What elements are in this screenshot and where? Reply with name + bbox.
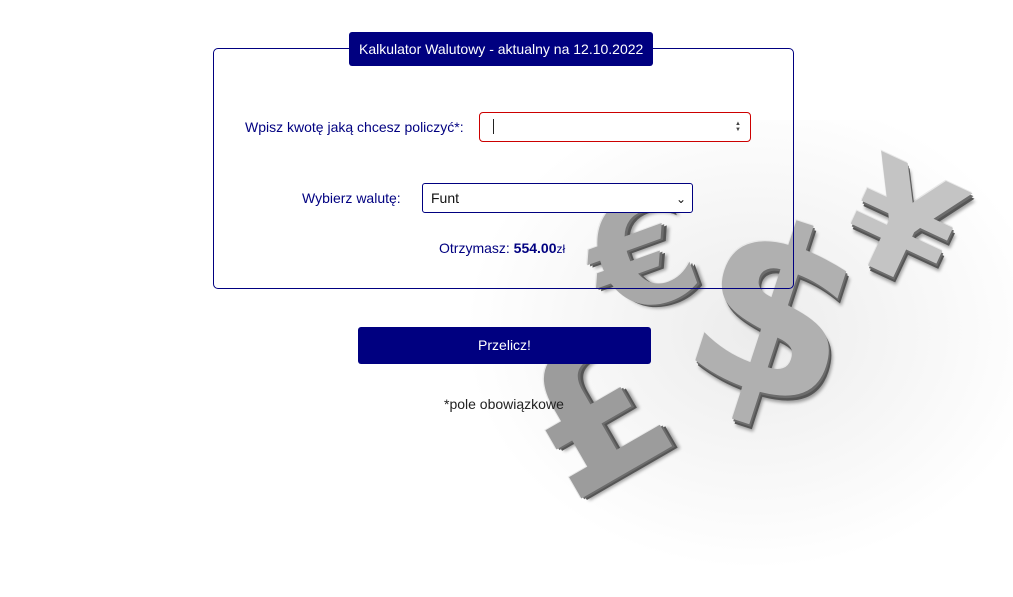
- result-value: 554.00: [513, 240, 557, 256]
- currency-select[interactable]: Funt ⌄: [422, 183, 693, 213]
- currency-label: Wybierz walutę:: [302, 190, 401, 206]
- currency-calculator-page: € ¥ £ $ Kalkulator Walutowy - aktualny n…: [0, 0, 1013, 597]
- amount-label: Wpisz kwotę jaką chcesz policzyć*:: [245, 119, 464, 135]
- currency-selected-value: Funt: [431, 190, 460, 206]
- chevron-down-icon: ⌄: [675, 192, 686, 206]
- required-field-note: *pole obowiązkowe: [444, 396, 564, 412]
- result-unit: zł: [556, 242, 566, 256]
- number-spinner-icon[interactable]: ▲ ▼: [734, 121, 742, 133]
- amount-input[interactable]: ▲ ▼: [479, 112, 751, 142]
- yen-symbol-art: ¥: [818, 124, 987, 326]
- result-text: Otrzymasz: 554.00zł: [439, 240, 565, 256]
- result-label: Otrzymasz:: [439, 240, 510, 256]
- text-cursor-icon: [493, 119, 503, 134]
- convert-button[interactable]: Przelicz!: [358, 327, 651, 364]
- calculator-legend: Kalkulator Walutowy - aktualny na 12.10.…: [349, 32, 654, 66]
